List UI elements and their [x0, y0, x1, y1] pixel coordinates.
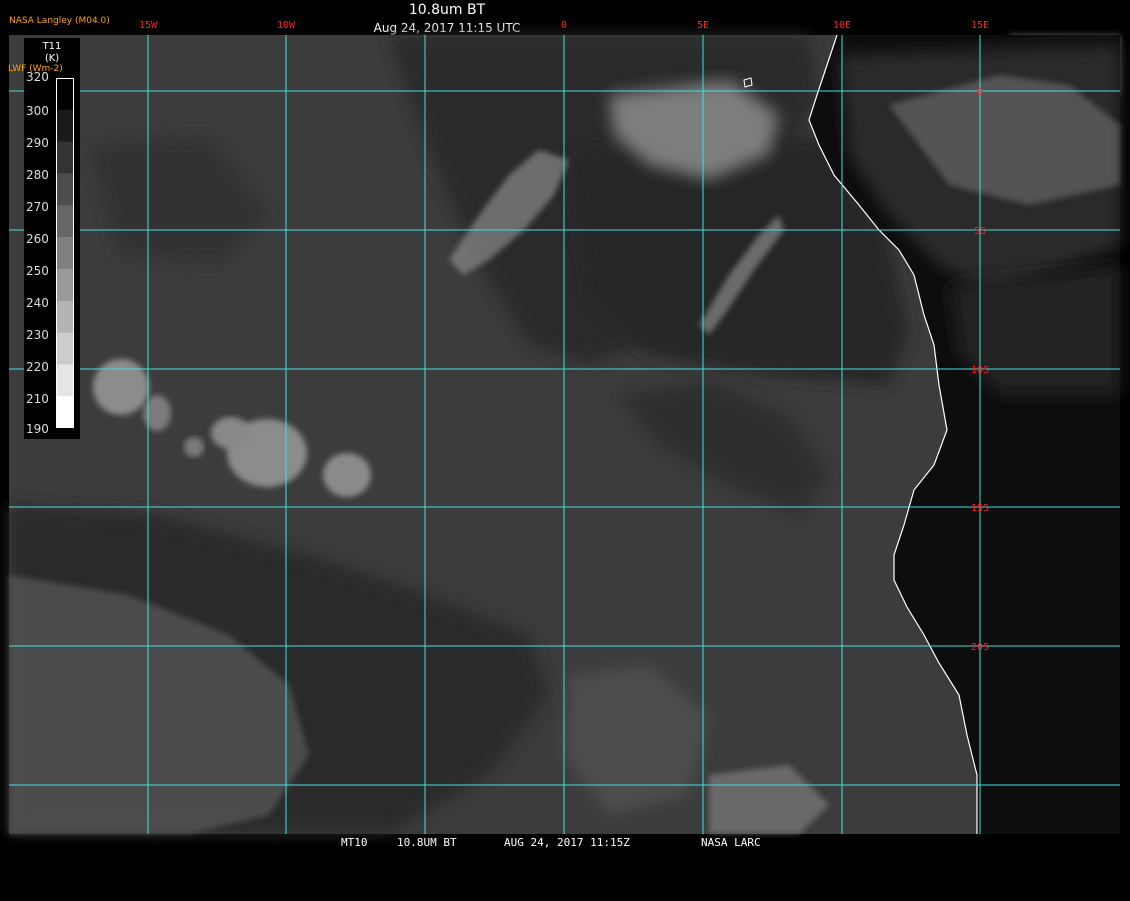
- longitude-label: 0: [561, 20, 567, 31]
- colorbar-tick-label: 230: [26, 328, 49, 342]
- footer-product: 10.8UM BT: [397, 836, 457, 849]
- footer-datetime: AUG 24, 2017 11:15Z: [504, 836, 630, 849]
- colorbar-step: [56, 78, 74, 111]
- credit-label: NASA Langley (M04.0): [9, 16, 110, 26]
- colorbar-tick-label: 320: [26, 70, 49, 84]
- colorbar-step: [56, 141, 74, 174]
- bright-cloud-cell: [93, 359, 149, 415]
- colorbar-step: [56, 396, 74, 428]
- colorbar-tick-label: 220: [26, 360, 49, 374]
- colorbar-step: [56, 300, 74, 334]
- colorbar-tick-label: 260: [26, 232, 49, 246]
- colorbar-swatch: [56, 78, 74, 428]
- latitude-label: 20S: [971, 642, 989, 653]
- colorbar-step: [56, 237, 74, 270]
- colorbar-tick-label: 240: [26, 296, 49, 310]
- image-title: 10.8um BT: [408, 2, 486, 18]
- colorbar-tick-label: 290: [26, 136, 49, 150]
- bright-cloud-cell: [211, 417, 251, 449]
- colorbar-tick-label: 210: [26, 392, 49, 406]
- image-footer: MT10 10.8UM BT AUG 24, 2017 11:15Z NASA …: [0, 836, 1130, 850]
- color-scale-legend: T11 (K) LWF (Wm-2) 320 300 290 280 270 260 250…: [8, 38, 80, 439]
- satellite-map[interactable]: 15W 10W 0 5E 10E 15E 0 5S 10S 15S 20S: [9, 20, 1120, 834]
- longitude-label: 10W: [277, 20, 296, 31]
- colorbar-tick-label: 270: [26, 200, 49, 214]
- colorbar-step: [56, 173, 74, 206]
- colorbar-tick-label: 300: [26, 104, 49, 118]
- colorbar-tick-label: 280: [26, 168, 49, 182]
- colorbar-step: [56, 268, 74, 302]
- longitude-label: 15W: [139, 20, 158, 31]
- satellite-image-frame: 15W 10W 0 5E 10E 15E 0 5S 10S 15S 20S: [9, 20, 1120, 834]
- colorbar-step: [56, 364, 74, 397]
- longitude-label: 15E: [971, 20, 989, 31]
- latitude-label: 10S: [971, 365, 989, 376]
- latitude-label: 0: [977, 87, 983, 98]
- bright-cloud-cell: [143, 395, 171, 431]
- footer-satellite: MT10: [341, 836, 368, 849]
- latitude-label: 15S: [971, 503, 989, 514]
- colorbar-tick-label: 190: [26, 422, 49, 436]
- bright-cloud-cell: [184, 437, 204, 457]
- image-timestamp: Aug 24, 2017 11:15 UTC: [373, 21, 521, 35]
- colorbar-tick-label: 250: [26, 264, 49, 278]
- latitude-label: 5S: [974, 226, 986, 237]
- colorbar-variable: T11: [42, 41, 62, 52]
- bright-cloud-cell: [323, 453, 371, 497]
- colorbar-unit: (K): [44, 53, 60, 64]
- longitude-label: 5E: [697, 20, 709, 31]
- colorbar-step: [56, 332, 74, 365]
- longitude-label: 10E: [833, 20, 851, 31]
- colorbar-step: [56, 205, 74, 238]
- footer-source: NASA LARC: [701, 836, 761, 849]
- colorbar-step: [56, 109, 74, 143]
